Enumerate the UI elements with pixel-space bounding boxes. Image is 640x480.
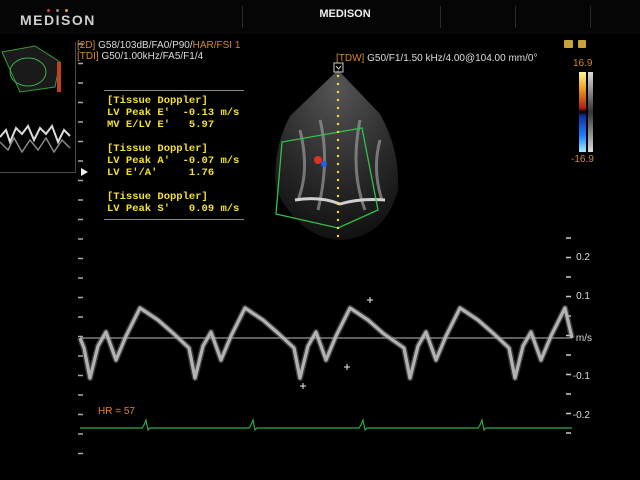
caliper-marker[interactable] bbox=[300, 383, 306, 389]
scale-tick-label: 0.1 bbox=[576, 291, 590, 302]
ecg-trace bbox=[80, 417, 572, 432]
scale-tick-label: -0.1 bbox=[572, 371, 590, 382]
heart-rate: HR = 57 bbox=[98, 406, 135, 417]
scale-tick-label: 0.2 bbox=[576, 252, 590, 263]
doppler-spectrum bbox=[77, 43, 575, 455]
velocity-envelope bbox=[77, 305, 575, 381]
caliper-marker[interactable] bbox=[344, 364, 350, 370]
scale-tick-label: -0.2 bbox=[572, 410, 590, 421]
caliper-marker[interactable] bbox=[367, 297, 373, 303]
left-depth-ticks bbox=[78, 43, 83, 455]
scale-unit: m/s bbox=[575, 333, 592, 344]
